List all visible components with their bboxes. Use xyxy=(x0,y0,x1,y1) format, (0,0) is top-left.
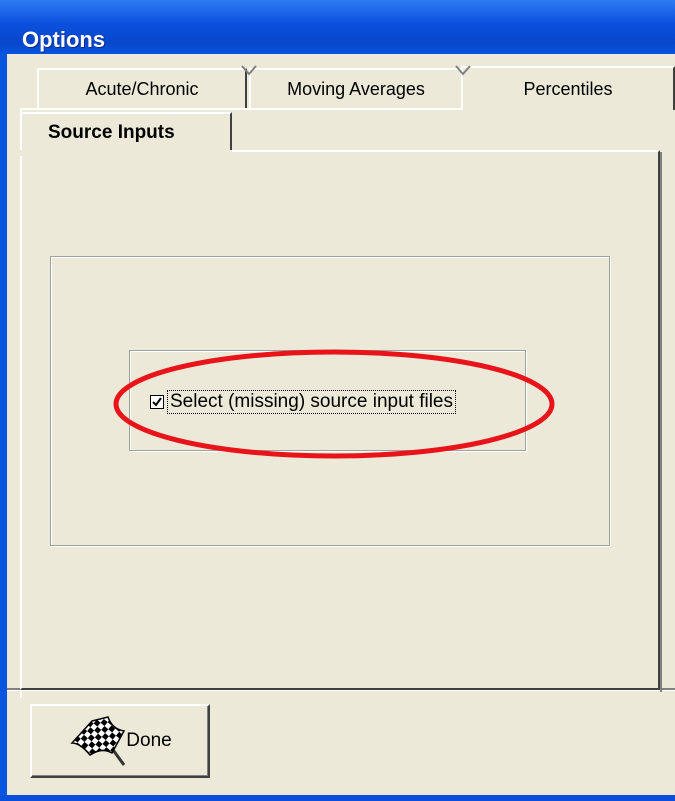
tab-label: Acute/Chronic xyxy=(85,78,199,99)
done-button[interactable]: Done xyxy=(30,704,210,778)
select-missing-source-files-option[interactable]: Select (missing) source input files xyxy=(150,390,456,414)
tab-join xyxy=(20,150,232,156)
window-title: Options xyxy=(22,27,106,52)
checkmark-icon xyxy=(152,397,162,407)
tab-label: Percentiles xyxy=(523,78,613,99)
tab-moving-averages[interactable]: Moving Averages xyxy=(249,68,463,108)
window-bottom-border xyxy=(0,795,675,801)
tab-source-inputs[interactable]: Source Inputs xyxy=(20,112,232,156)
checkered-flag-icon xyxy=(70,716,126,766)
tab-notch xyxy=(241,65,257,76)
tab-notch xyxy=(455,65,471,76)
tab-label: Moving Averages xyxy=(287,78,425,99)
done-button-label: Done xyxy=(126,730,172,751)
tab-percentiles[interactable]: Percentiles xyxy=(461,66,675,110)
checkbox-label: Select (missing) source input files xyxy=(167,390,456,414)
tab-acute-chronic[interactable]: Acute/Chronic xyxy=(37,68,247,108)
title-bar[interactable]: Options xyxy=(0,0,675,54)
tab-label: Source Inputs xyxy=(48,122,175,143)
source-inputs-page: Select (missing) source input files xyxy=(20,150,662,692)
select-missing-source-files-checkbox[interactable] xyxy=(150,395,164,409)
